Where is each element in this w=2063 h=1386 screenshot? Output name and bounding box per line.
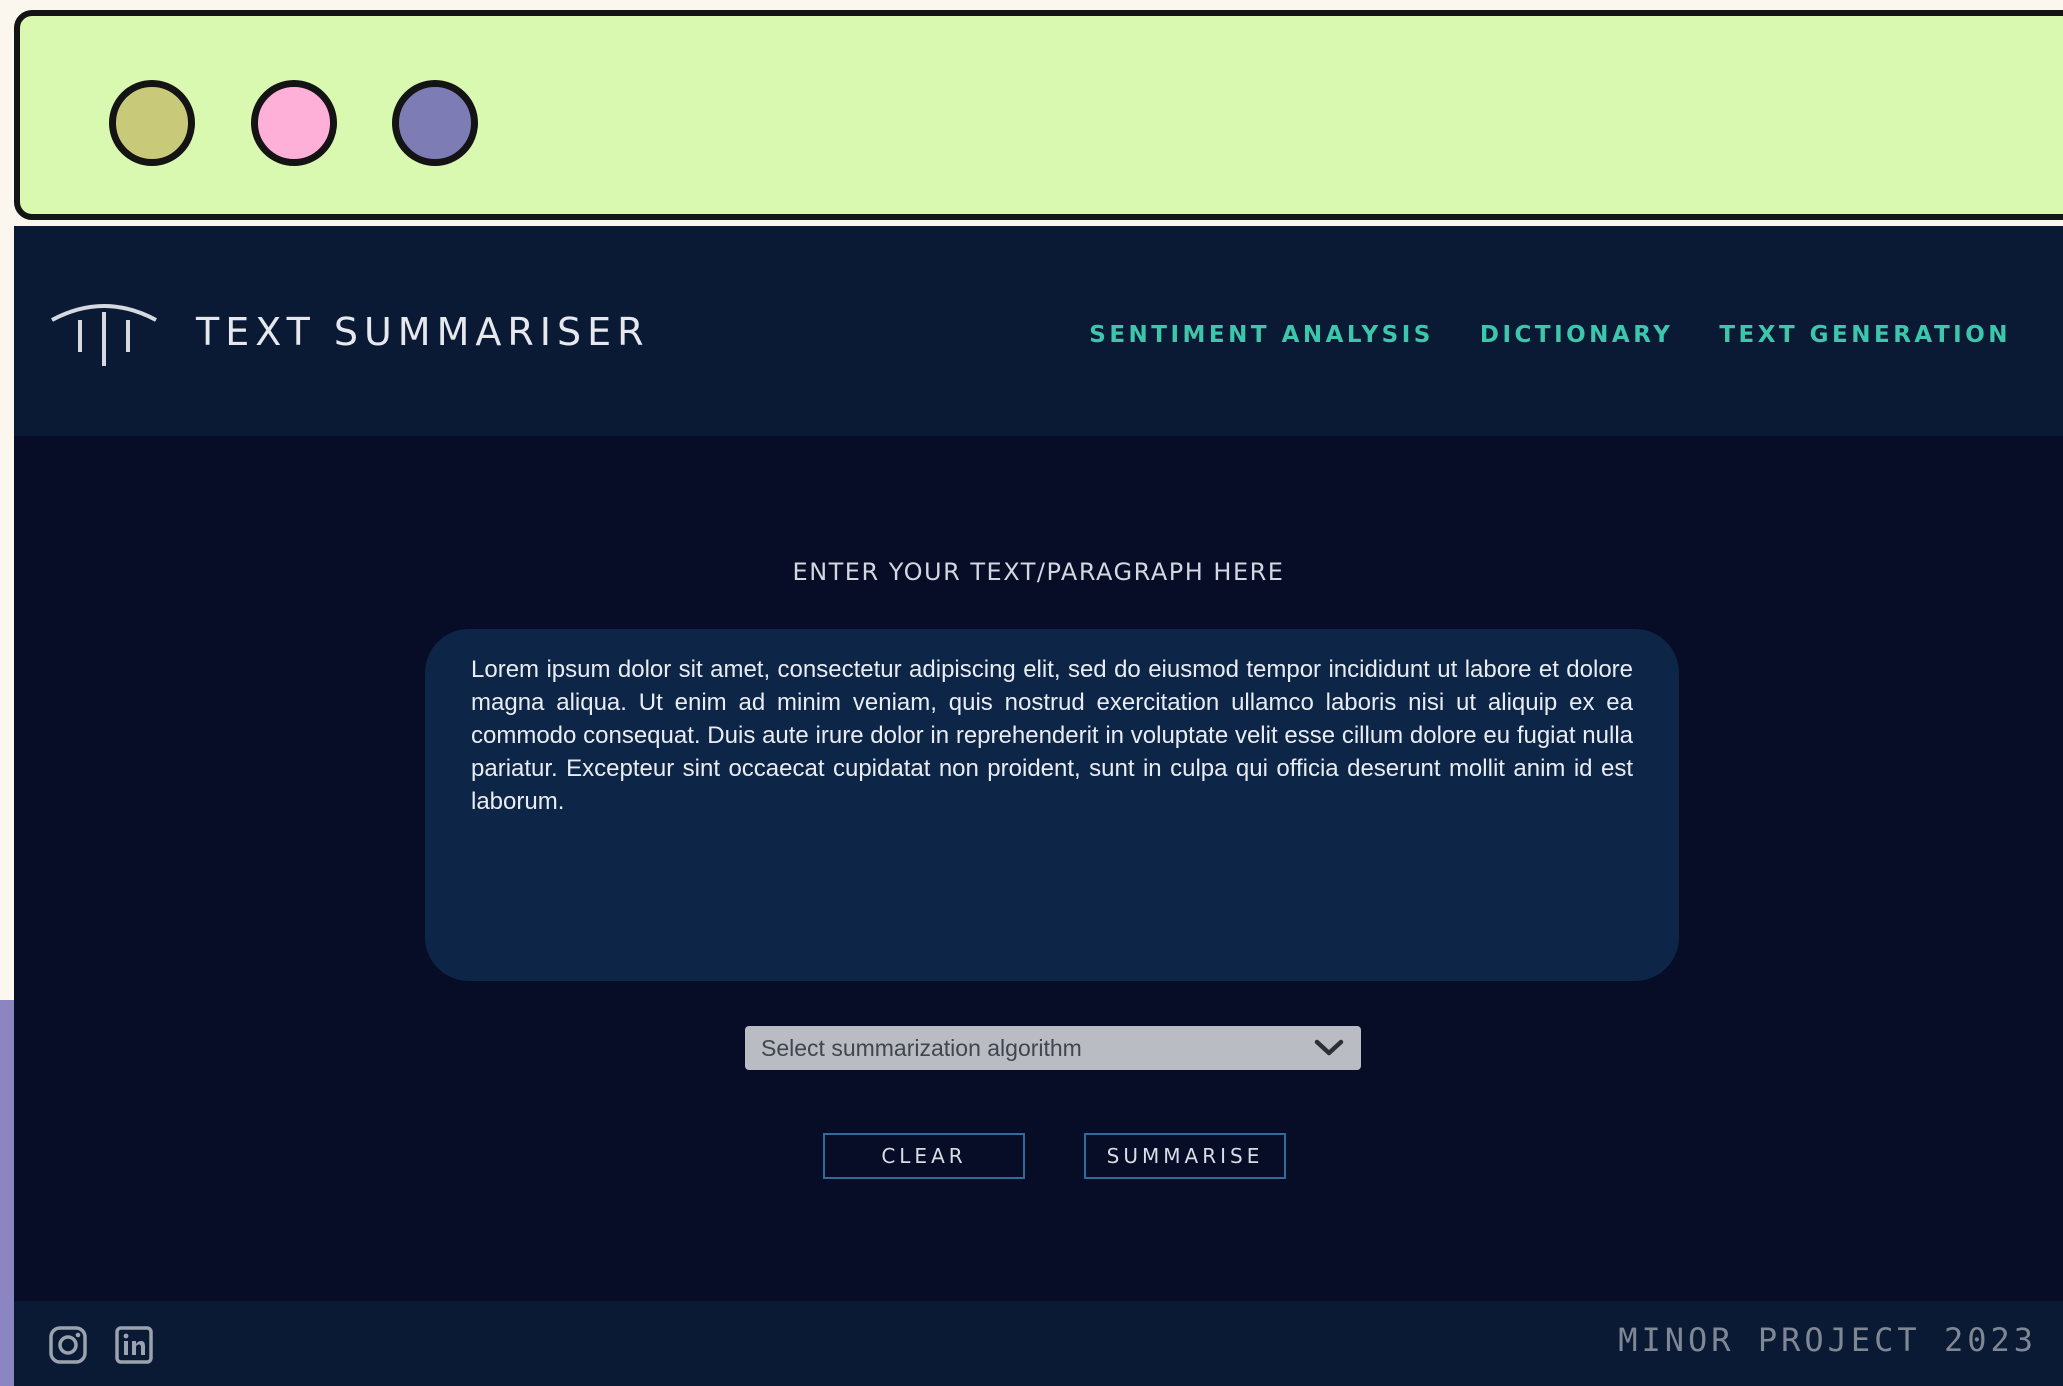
nav-text-generation[interactable]: TEXT GENERATION	[1719, 322, 2011, 348]
algorithm-select[interactable]: Select summarization algorithm	[745, 1026, 1361, 1070]
algorithm-select-placeholder: Select summarization algorithm	[761, 1034, 1082, 1061]
linkedin-icon[interactable]	[114, 1325, 154, 1365]
site-header: TEXT SUMMARISER SENTIMENT ANALYSIS DICTI…	[14, 226, 2063, 436]
window-control-1[interactable]	[109, 80, 195, 166]
app-window: TEXT SUMMARISER SENTIMENT ANALYSIS DICTI…	[14, 226, 2063, 1386]
text-input-area[interactable]: Lorem ipsum dolor sit amet, consectetur …	[425, 629, 1679, 981]
nav-sentiment-analysis[interactable]: SENTIMENT ANALYSIS	[1089, 322, 1434, 348]
footer-credit: MINOR PROJECT 2023	[1618, 1321, 2037, 1359]
pillars-logo-icon	[51, 304, 157, 366]
summarise-button[interactable]: SUMMARISE	[1084, 1133, 1286, 1179]
main-nav: SENTIMENT ANALYSIS DICTIONARY TEXT GENER…	[1089, 322, 2011, 348]
input-prompt: ENTER YOUR TEXT/PARAGRAPH HERE	[792, 558, 1285, 586]
nav-dictionary[interactable]: DICTIONARY	[1480, 322, 1673, 348]
screen: TEXT SUMMARISER SENTIMENT ANALYSIS DICTI…	[0, 0, 2063, 1386]
window-control-3[interactable]	[392, 80, 478, 166]
site-footer: MINOR PROJECT 2023	[14, 1301, 2063, 1386]
window-control-2[interactable]	[251, 80, 337, 166]
app-title: TEXT SUMMARISER	[196, 310, 650, 354]
browser-chrome	[14, 10, 2063, 220]
clear-button[interactable]: CLEAR	[823, 1133, 1025, 1179]
instagram-icon[interactable]	[48, 1325, 88, 1365]
chevron-down-icon	[1314, 1039, 1344, 1056]
